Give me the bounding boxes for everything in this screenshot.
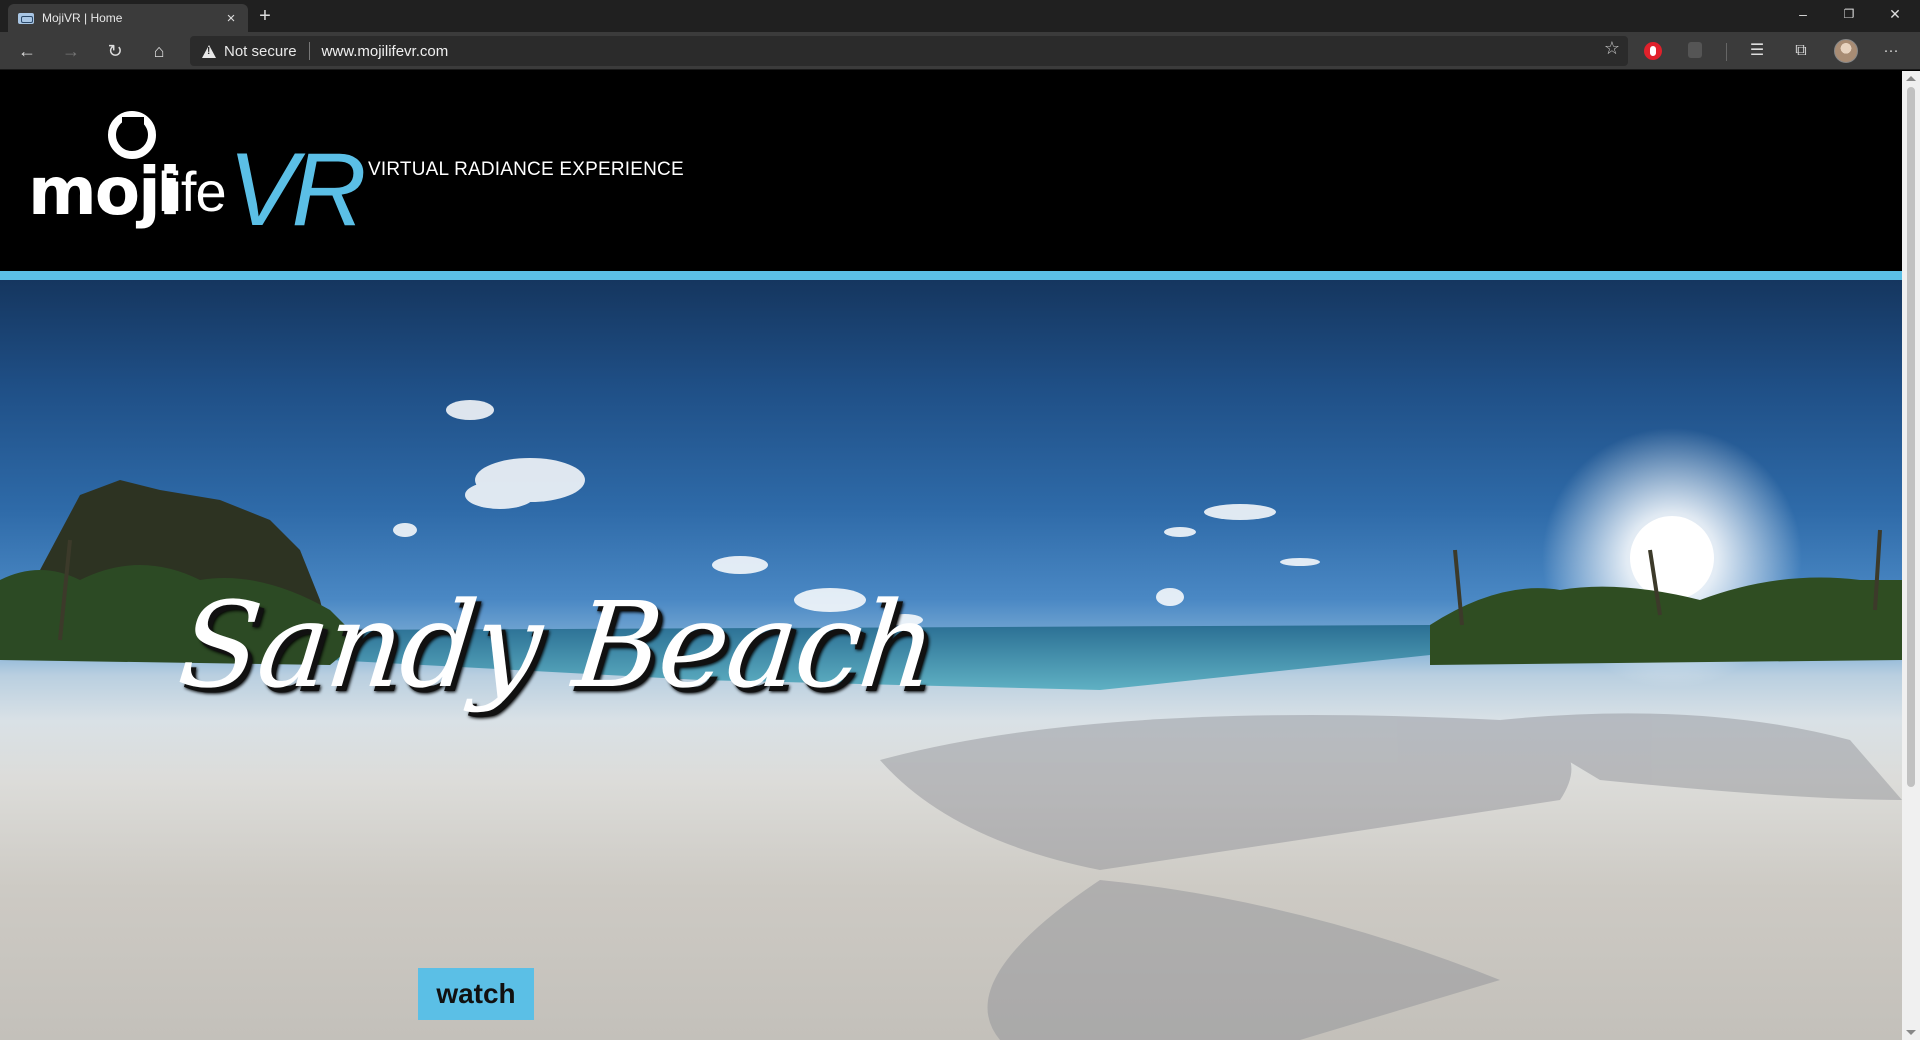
address-bar[interactable]: Not secure www.mojilifevr.com ☆ bbox=[190, 36, 1628, 66]
tab-close-icon[interactable]: × bbox=[222, 10, 240, 27]
security-indicator[interactable]: Not secure bbox=[224, 43, 297, 60]
close-window-button[interactable]: ✕ bbox=[1872, 0, 1918, 28]
minimize-button[interactable]: – bbox=[1780, 0, 1826, 28]
toolbar-divider bbox=[1726, 43, 1727, 61]
hero-banner: Sandy Beach watch bbox=[0, 280, 1902, 1040]
logo-life-text: life bbox=[158, 160, 227, 223]
scroll-thumb[interactable] bbox=[1907, 87, 1915, 787]
extension-icon[interactable] bbox=[1644, 42, 1662, 60]
browser-toolbar: ← → ↻ ⌂ Not secure www.mojilifevr.com ☆ … bbox=[0, 32, 1920, 70]
restore-button[interactable]: ❐ bbox=[1826, 0, 1872, 28]
browser-tab-bar: MojiVR | Home × + – ❐ ✕ bbox=[0, 0, 1920, 32]
site-tagline: VIRTUAL RADIANCE EXPERIENCE bbox=[368, 159, 684, 180]
favorites-icon[interactable]: ☰ bbox=[1742, 37, 1772, 65]
web-page: moji life VR VIRTUAL RADIANCE EXPERIENCE bbox=[0, 71, 1902, 1040]
more-icon[interactable]: ··· bbox=[1876, 37, 1906, 65]
scroll-down-icon[interactable] bbox=[1906, 1030, 1916, 1035]
header-accent-bar bbox=[0, 271, 1902, 280]
watch-button[interactable]: watch bbox=[418, 968, 534, 1020]
browser-tab[interactable]: MojiVR | Home × bbox=[8, 4, 248, 32]
hero-title: Sandy Beach bbox=[172, 576, 942, 714]
logo-moji-text: moji bbox=[28, 153, 181, 230]
tab-title: MojiVR | Home bbox=[42, 11, 123, 25]
new-tab-button[interactable]: + bbox=[252, 5, 278, 27]
url-text[interactable]: www.mojilifevr.com bbox=[322, 43, 449, 60]
home-icon[interactable]: ⌂ bbox=[144, 37, 174, 65]
forward-icon[interactable]: → bbox=[56, 37, 86, 65]
logo-ring-icon bbox=[108, 111, 156, 159]
extension-icon[interactable] bbox=[1688, 42, 1702, 58]
site-header: moji life VR VIRTUAL RADIANCE EXPERIENCE bbox=[0, 71, 1902, 271]
vr-headset-icon bbox=[18, 12, 34, 24]
logo-vr-text: VR bbox=[228, 132, 367, 248]
site-logo[interactable]: moji life VR bbox=[28, 111, 367, 248]
address-divider bbox=[308, 42, 310, 60]
profile-avatar[interactable] bbox=[1834, 39, 1858, 63]
scroll-up-icon[interactable] bbox=[1906, 76, 1916, 81]
warning-icon[interactable] bbox=[202, 44, 216, 58]
star-icon[interactable]: ☆ bbox=[1604, 38, 1620, 59]
collections-icon[interactable]: ⧉ bbox=[1786, 37, 1816, 65]
reload-icon[interactable]: ↻ bbox=[100, 37, 130, 65]
page-scrollbar[interactable] bbox=[1902, 71, 1920, 1040]
back-icon[interactable]: ← bbox=[12, 37, 42, 65]
